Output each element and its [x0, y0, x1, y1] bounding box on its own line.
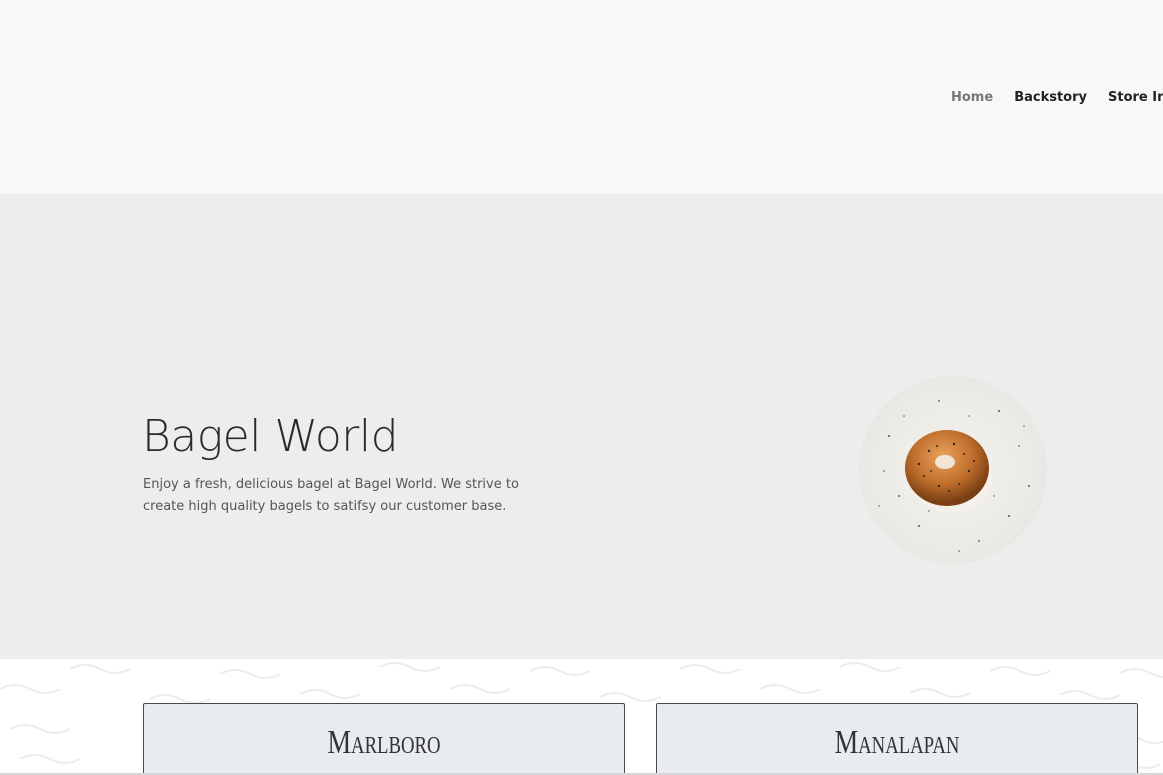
- site-header: Home Backstory Store Info: [0, 0, 1163, 194]
- main-nav: Home Backstory Store Info: [951, 88, 1163, 108]
- location-card-marlboro[interactable]: Marlboro: [143, 703, 625, 775]
- hero-description: Enjoy a fresh, delicious bagel at Bagel …: [143, 477, 519, 514]
- bagel-image: [859, 376, 1047, 564]
- bagel-photo-icon: [859, 376, 1047, 564]
- nav-store-info[interactable]: Store Info: [1108, 90, 1163, 105]
- location-card-manalapan[interactable]: Manalapan: [656, 703, 1138, 775]
- locations-section: Marlboro Manalapan: [0, 659, 1163, 775]
- location-name: Manalapan: [834, 724, 960, 761]
- nav-home[interactable]: Home: [951, 90, 993, 105]
- nav-backstory[interactable]: Backstory: [1014, 90, 1087, 105]
- hero-section: Bagel World Enjoy a fresh, delicious bag…: [0, 194, 1163, 659]
- location-name: Marlboro: [327, 724, 441, 761]
- hero-title: Bagel World: [142, 411, 399, 462]
